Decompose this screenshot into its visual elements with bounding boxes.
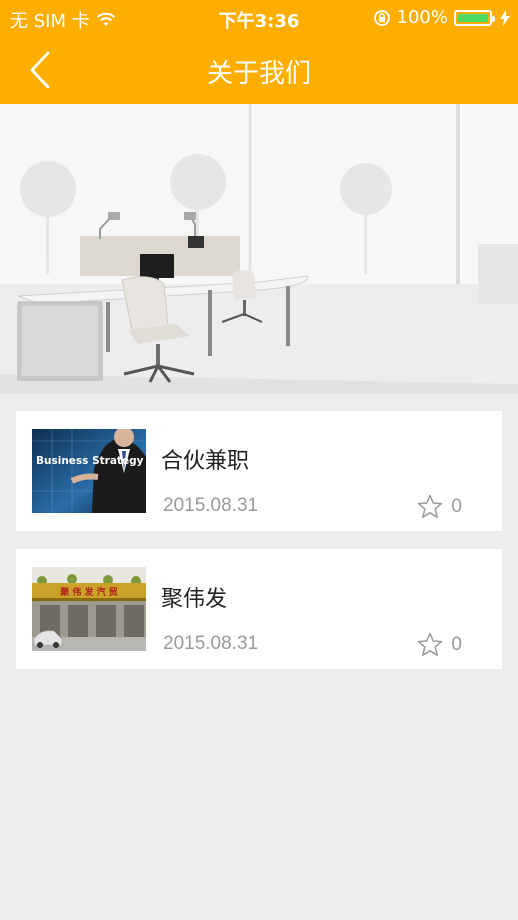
- status-right: 100%: [373, 7, 510, 28]
- thumbnail-caption: Business Strategy: [36, 455, 144, 467]
- favorite-button[interactable]: 0: [417, 632, 462, 657]
- item-date: 2015.08.31: [163, 495, 259, 516]
- storefront-thumbnail: 聚 伟 发 汽 贸: [32, 567, 146, 651]
- office-banner-image: [0, 104, 518, 396]
- page-title: 关于我们: [206, 59, 311, 89]
- list-item[interactable]: 聚 伟 发 汽 贸 聚伟发 2015.08.31 0: [16, 549, 502, 669]
- battery-icon: [454, 9, 495, 26]
- item-date: 2015.08.31: [163, 633, 259, 654]
- battery-level: [458, 13, 488, 22]
- list-item[interactable]: Business Strategy 合伙兼职 2015.08.31 0: [16, 411, 502, 531]
- item-thumbnail: Business Strategy: [32, 429, 146, 513]
- item-title: 合伙兼职: [161, 449, 250, 474]
- item-thumbnail: 聚 伟 发 汽 贸: [32, 567, 146, 651]
- battery-percent: 100%: [396, 7, 448, 28]
- status-bar: 无 SIM 卡 下午3:36 100%: [0, 0, 518, 36]
- charging-icon: [500, 9, 510, 26]
- item-title: 聚伟发: [161, 587, 228, 612]
- favorite-button[interactable]: 0: [417, 494, 462, 519]
- business-strategy-thumbnail: Business Strategy: [32, 429, 146, 513]
- favorite-count: 0: [451, 633, 462, 655]
- favorite-count: 0: [451, 495, 462, 517]
- star-outline-icon: [418, 494, 443, 518]
- nav-bar: 关于我们: [0, 36, 518, 104]
- star-outline-icon: [418, 632, 443, 656]
- office-illustration: [0, 104, 518, 396]
- thumbnail-caption: 聚 伟 发 汽 贸: [59, 586, 118, 598]
- rotation-lock-icon: [373, 9, 390, 26]
